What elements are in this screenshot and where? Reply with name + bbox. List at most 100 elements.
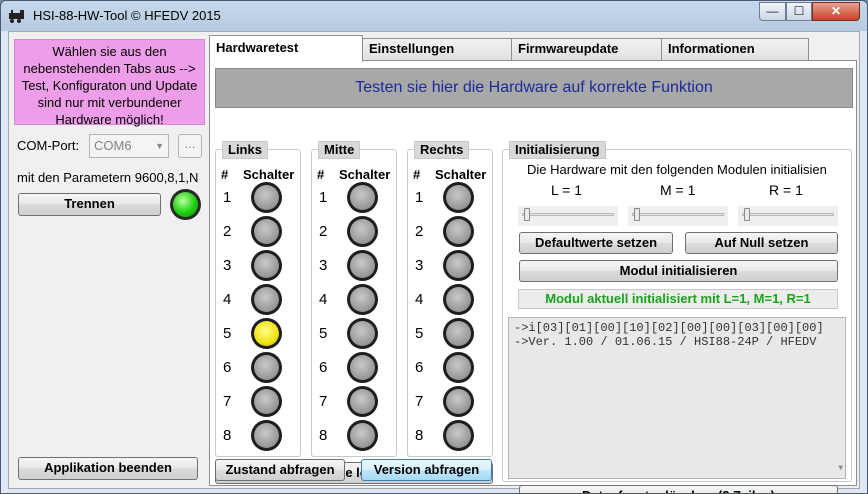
switch-indicator-icon: [251, 216, 282, 247]
row-number: 2: [319, 223, 328, 240]
switch-indicator-icon: [443, 216, 474, 247]
maximize-icon: ☐: [793, 4, 805, 18]
locomotive-icon: [9, 10, 24, 23]
hardwaretest-panel: Testen sie hier die Hardware auf korrekt…: [209, 60, 857, 493]
row-number: 4: [223, 291, 232, 308]
com-port-value: COM6: [94, 138, 132, 153]
row-number: 7: [319, 393, 328, 410]
row-number: 6: [415, 359, 424, 376]
switch-indicator-icon: [251, 386, 282, 417]
exit-button[interactable]: Applikation beenden: [18, 457, 198, 480]
col-switch: Schalter: [339, 167, 391, 182]
col-switch: Schalter: [243, 167, 295, 182]
switch-indicator-icon: [251, 352, 282, 383]
row-number: 8: [415, 427, 424, 444]
tab-hardwaretest[interactable]: Hardwaretest: [209, 35, 363, 62]
switch-indicator-icon: [251, 318, 282, 349]
row-number: 3: [223, 257, 232, 274]
row-number: 2: [415, 223, 424, 240]
disconnect-button[interactable]: Trennen: [18, 193, 161, 216]
switch-indicator-icon: [347, 386, 378, 417]
row-number: 4: [319, 291, 328, 308]
group-mitte-title: Mitte: [318, 141, 361, 159]
minimize-button[interactable]: —: [759, 2, 786, 21]
group-init-title: Initialisierung: [509, 141, 606, 159]
browse-button[interactable]: ...: [178, 134, 202, 158]
switch-indicator-icon: [443, 352, 474, 383]
row-number: 8: [319, 427, 328, 444]
data-log[interactable]: ->i[03][01][00][10][02][00][00][03][00][…: [508, 317, 846, 479]
row-number: 2: [223, 223, 232, 240]
set-zero-button[interactable]: Auf Null setzen: [685, 232, 838, 254]
query-version-button[interactable]: Version abfragen: [361, 459, 492, 481]
col-hash: #: [221, 167, 229, 182]
row-number: 6: [319, 359, 328, 376]
page-banner: Testen sie hier die Hardware auf korrekt…: [215, 68, 853, 108]
row-number: 1: [319, 189, 328, 206]
chevron-down-icon: ▼: [155, 141, 164, 151]
row-number: 6: [223, 359, 232, 376]
row-number: 7: [415, 393, 424, 410]
switch-indicator-icon: [443, 318, 474, 349]
row-number: 5: [319, 325, 328, 342]
com-port-select[interactable]: COM6 ▼: [89, 134, 169, 158]
group-mitte: Mitte # Schalter 1 2 3 4 5 6 7 8: [311, 141, 397, 457]
info-note: Wählen sie aus den nebenstehenden Tabs a…: [14, 39, 205, 127]
switch-indicator-icon: [347, 420, 378, 451]
slider-l-thumb[interactable]: [524, 208, 530, 221]
title-bar[interactable]: HSI-88-HW-Tool © HFEDV 2015 — ☐ ✕: [1, 1, 867, 31]
switch-indicator-icon: [347, 284, 378, 315]
slider-l[interactable]: [518, 206, 618, 226]
switch-indicator-icon: [347, 216, 378, 247]
row-number: 3: [415, 257, 424, 274]
col-hash: #: [413, 167, 421, 182]
slider-m[interactable]: [628, 206, 728, 226]
maximize-button[interactable]: ☐: [786, 2, 812, 21]
switch-indicator-icon: [347, 352, 378, 383]
init-module-button[interactable]: Modul initialisieren: [519, 260, 838, 282]
switch-indicator-icon: [443, 386, 474, 417]
client-area: Wählen sie aus den nebenstehenden Tabs a…: [8, 31, 860, 493]
switch-indicator-icon: [251, 250, 282, 281]
switch-indicator-icon: [443, 284, 474, 315]
params-label: mit den Parametern 9600,8,1,N: [17, 170, 199, 185]
switch-indicator-icon: [443, 420, 474, 451]
slider-r-thumb[interactable]: [744, 208, 750, 221]
row-number: 3: [319, 257, 328, 274]
group-rechts-title: Rechts: [414, 141, 470, 159]
window-title: HSI-88-HW-Tool © HFEDV 2015: [33, 8, 221, 23]
row-number: 8: [223, 427, 232, 444]
tab-einstellungen[interactable]: Einstellungen: [362, 38, 512, 60]
log-line: ->Ver. 1.00 / 01.06.15 / HSI88-24P / HFE…: [514, 335, 817, 349]
log-line: ->i[03][01][00][10][02][00][00][03][00][…: [514, 321, 824, 335]
query-state-button[interactable]: Zustand abfragen: [215, 459, 345, 481]
connection-led-icon: [170, 189, 201, 220]
switch-indicator-icon: [443, 250, 474, 281]
set-defaults-button[interactable]: Defaultwerte setzen: [519, 232, 673, 254]
clear-log-button[interactable]: Datenfenster löschen (2 Zeilen): [519, 485, 838, 493]
com-port-label: COM-Port:: [17, 138, 80, 153]
app-window: HSI-88-HW-Tool © HFEDV 2015 — ☐ ✕ Wählen…: [0, 0, 868, 494]
row-number: 1: [223, 189, 232, 206]
switch-indicator-icon: [251, 284, 282, 315]
init-description: Die Hardware mit den folgenden Modulen i…: [527, 162, 827, 177]
switch-indicator-icon: [443, 182, 474, 213]
col-switch: Schalter: [435, 167, 487, 182]
group-rechts: Rechts # Schalter 1 2 3 4 5 6 7 8: [407, 141, 493, 457]
tab-informationen[interactable]: Informationen: [661, 38, 809, 60]
row-number: 5: [223, 325, 232, 342]
row-number: 1: [415, 189, 424, 206]
row-number: 7: [223, 393, 232, 410]
minimize-icon: —: [766, 4, 779, 18]
scroll-down-icon[interactable]: ▼: [838, 462, 843, 476]
group-links: Links # Schalter 1 2 3 4 5 6 7 8: [215, 141, 301, 457]
slider-m-thumb[interactable]: [634, 208, 640, 221]
row-number: 5: [415, 325, 424, 342]
slider-r[interactable]: [738, 206, 838, 226]
switch-indicator-icon: [347, 182, 378, 213]
close-icon: ✕: [830, 4, 842, 18]
tab-firmwareupdate[interactable]: Firmwareupdate: [511, 38, 662, 60]
close-button[interactable]: ✕: [812, 2, 860, 21]
switch-indicator-icon: [251, 182, 282, 213]
label-m: M = 1: [660, 182, 696, 198]
